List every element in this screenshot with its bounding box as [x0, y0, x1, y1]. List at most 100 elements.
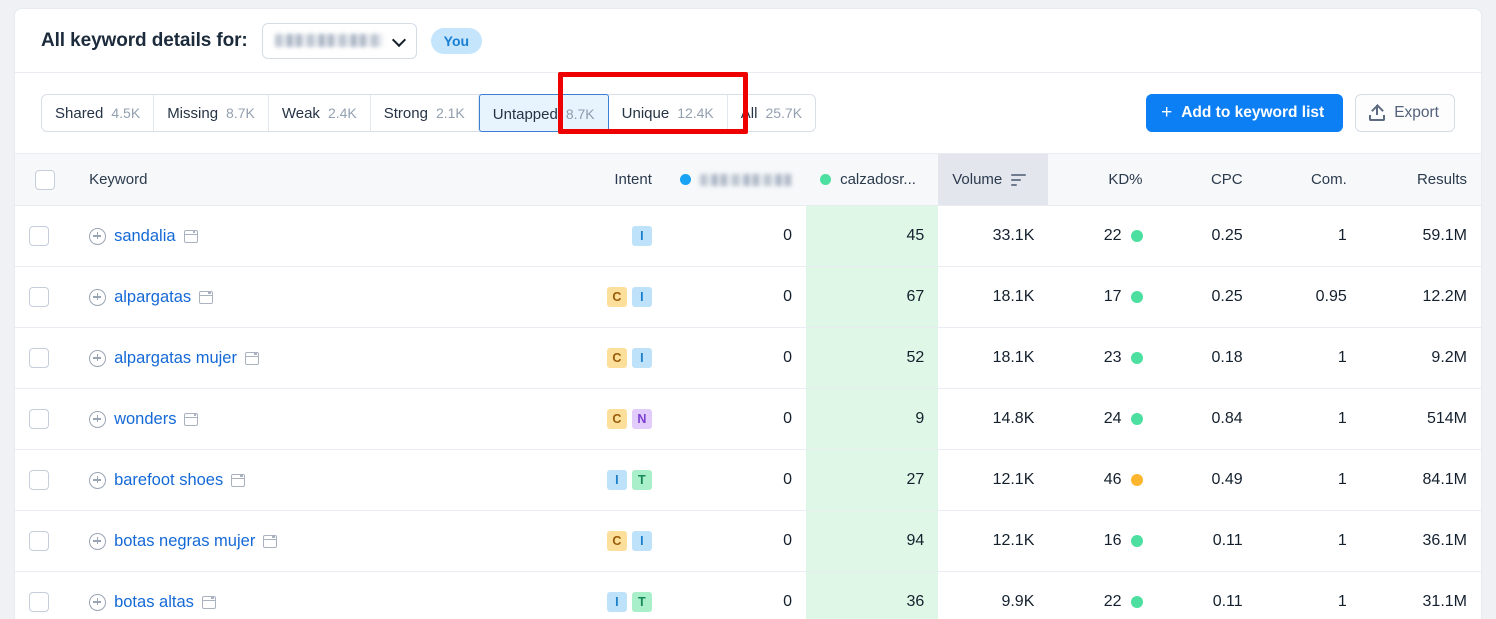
column-intent[interactable]: Intent [573, 153, 666, 206]
serp-preview-icon[interactable] [199, 290, 214, 304]
kd-cell: 23 [1048, 327, 1157, 389]
column-keyword[interactable]: Keyword [75, 153, 574, 206]
keyword-link[interactable]: alpargatas [114, 288, 191, 307]
volume-cell: 12.1K [938, 449, 1049, 511]
row-checkbox[interactable] [29, 287, 49, 307]
export-button[interactable]: Export [1355, 94, 1455, 132]
row-select-cell [15, 388, 76, 450]
kd-value: 46 [1103, 471, 1122, 488]
row-select-cell [15, 327, 76, 389]
column-cpc[interactable]: CPC [1156, 153, 1257, 206]
tab-untapped[interactable]: Untapped 8.7K [478, 94, 609, 132]
keyword-details-card: All keyword details for: You Shared 4.5K… [14, 8, 1482, 619]
keyword-link[interactable]: wonders [114, 410, 176, 429]
tab-weak[interactable]: Weak 2.4K [269, 95, 371, 131]
column-site-a[interactable] [665, 153, 807, 206]
intent-badge-I[interactable]: I [631, 348, 652, 368]
row-checkbox[interactable] [29, 531, 49, 551]
tab-unique-count: 12.4K [677, 105, 714, 121]
table-row: alpargatas mujer CI 0 52 18.1K 23 0.18 1… [15, 327, 1481, 389]
you-badge: You [430, 27, 483, 54]
column-kd-label: KD% [1108, 171, 1143, 188]
domain-select[interactable] [261, 22, 417, 59]
column-com[interactable]: Com. [1256, 153, 1361, 206]
site-a-position-cell: 0 [665, 327, 807, 389]
kd-value: 17 [1103, 288, 1122, 305]
add-keyword-icon[interactable] [89, 288, 107, 306]
row-select-cell [15, 449, 76, 511]
kd-cell: 46 [1048, 449, 1157, 511]
intent-badge-C[interactable]: C [606, 409, 627, 429]
intent-cell: CI [573, 327, 666, 389]
column-volume[interactable]: Volume [938, 153, 1049, 206]
keyword-link[interactable]: botas negras mujer [114, 532, 255, 551]
tab-all[interactable]: All 25.7K [728, 95, 815, 131]
serp-preview-icon[interactable] [201, 595, 216, 609]
serp-preview-icon[interactable] [231, 473, 246, 487]
serp-preview-icon[interactable] [183, 229, 198, 243]
site-b-position-cell: 9 [806, 388, 939, 450]
add-keyword-icon[interactable] [89, 471, 107, 489]
row-checkbox[interactable] [29, 470, 49, 490]
intent-badge-I[interactable]: I [631, 287, 652, 307]
site-b-position-cell: 45 [806, 205, 939, 267]
intent-badge-N[interactable]: N [631, 409, 652, 429]
serp-preview-icon[interactable] [263, 534, 278, 548]
row-select-cell [15, 205, 76, 267]
add-keyword-icon[interactable] [89, 227, 107, 245]
intent-badge-I[interactable]: I [631, 531, 652, 551]
column-com-label: Com. [1310, 171, 1347, 188]
column-results[interactable]: Results [1360, 153, 1481, 206]
chevron-down-icon [393, 34, 406, 47]
column-kd[interactable]: KD% [1048, 153, 1157, 206]
sort-descending-icon[interactable] [1011, 173, 1027, 186]
keyword-link[interactable]: barefoot shoes [114, 471, 223, 490]
tab-strong[interactable]: Strong 2.1K [371, 95, 479, 131]
table-row: sandalia I 0 45 33.1K 22 0.25 1 59.1M [15, 205, 1481, 267]
intent-badge-I[interactable]: I [631, 226, 652, 246]
serp-preview-icon[interactable] [244, 351, 259, 365]
add-keyword-icon[interactable] [89, 593, 107, 611]
kd-cell: 22 [1048, 571, 1157, 619]
keyword-link[interactable]: sandalia [114, 227, 175, 246]
kd-value: 22 [1103, 227, 1122, 244]
add-keyword-icon[interactable] [89, 532, 107, 550]
intent-cell: IT [573, 449, 666, 511]
intent-cell: CN [573, 388, 666, 450]
results-cell: 59.1M [1360, 205, 1481, 267]
kd-value: 16 [1103, 532, 1122, 549]
keyword-link[interactable]: botas altas [114, 593, 194, 612]
tab-strong-label: Strong [383, 105, 428, 122]
column-keyword-label: Keyword [89, 171, 148, 188]
row-checkbox[interactable] [29, 226, 49, 246]
row-checkbox[interactable] [29, 409, 49, 429]
add-keyword-icon[interactable] [89, 349, 107, 367]
com-cell: 1 [1256, 388, 1361, 450]
intent-badge-C[interactable]: C [606, 531, 627, 551]
row-checkbox[interactable] [29, 348, 49, 368]
intent-badge-I[interactable]: I [606, 592, 627, 612]
upload-icon [1369, 105, 1386, 121]
tab-shared[interactable]: Shared 4.5K [42, 95, 155, 131]
intent-badge-T[interactable]: T [631, 470, 652, 490]
add-keyword-icon[interactable] [89, 410, 107, 428]
column-site-b[interactable]: calzadosr... [806, 153, 939, 206]
tab-unique[interactable]: Unique 12.4K [609, 95, 728, 131]
intent-badge-C[interactable]: C [606, 348, 627, 368]
tab-weak-count: 2.4K [327, 105, 357, 121]
add-to-keyword-list-button[interactable]: + Add to keyword list [1146, 94, 1344, 132]
keyword-cell: barefoot shoes [75, 449, 574, 511]
intent-badge-T[interactable]: T [631, 592, 652, 612]
cpc-cell: 0.25 [1156, 205, 1257, 267]
keyword-link[interactable]: alpargatas mujer [114, 349, 237, 368]
results-cell: 9.2M [1360, 327, 1481, 389]
intent-badge-I[interactable]: I [606, 470, 627, 490]
site-a-position-cell: 0 [665, 449, 807, 511]
select-all-checkbox[interactable] [35, 169, 56, 190]
row-checkbox[interactable] [29, 592, 49, 612]
intent-badge-C[interactable]: C [606, 287, 627, 307]
card-header: All keyword details for: You [15, 9, 1481, 73]
column-site-b-label: calzadosr... [840, 171, 916, 188]
serp-preview-icon[interactable] [184, 412, 199, 426]
tab-missing[interactable]: Missing 8.7K [154, 95, 269, 131]
